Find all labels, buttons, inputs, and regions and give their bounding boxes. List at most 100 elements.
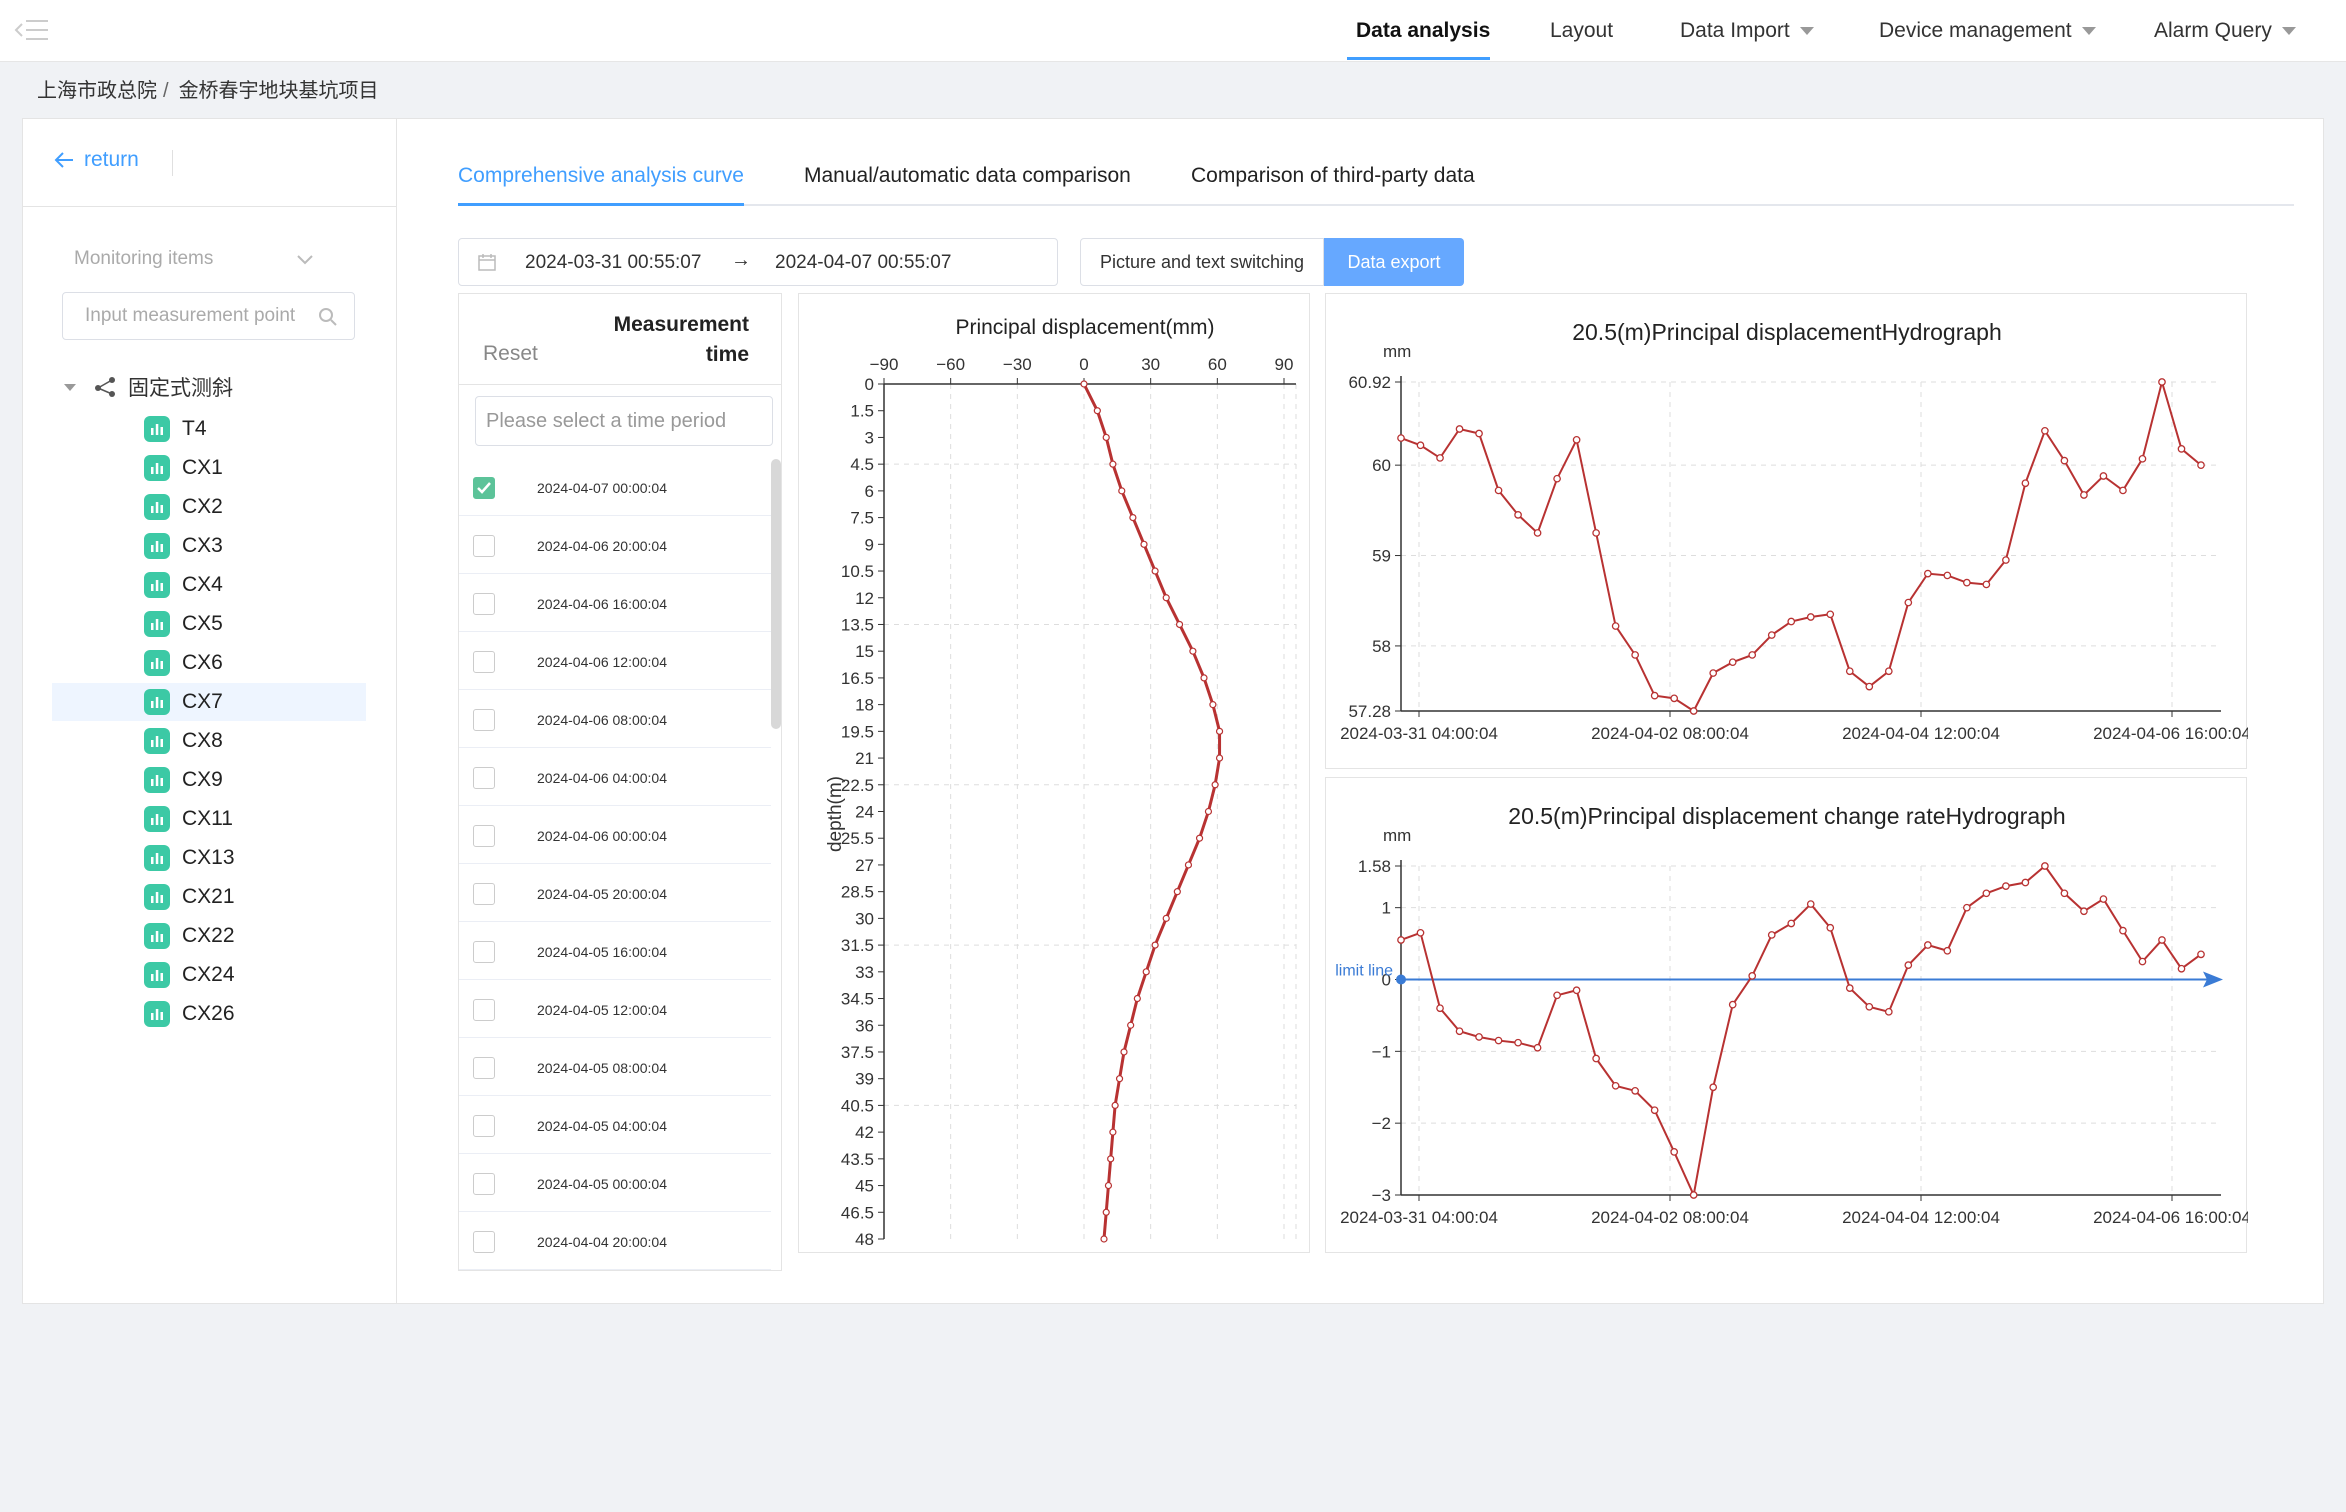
tab-third-party-comparison[interactable]: Comparison of third-party data	[1191, 164, 1475, 188]
time-row[interactable]: 2024-04-07 00:00:04	[459, 458, 771, 516]
checkbox[interactable]	[473, 1231, 495, 1253]
nav-device-management[interactable]: Device management	[1879, 0, 2096, 62]
y-tick-label: 28.5	[841, 883, 874, 902]
data-point	[1709, 669, 1718, 677]
time-row[interactable]: 2024-04-05 16:00:04	[459, 922, 771, 980]
checkbox[interactable]	[473, 1173, 495, 1195]
time-row[interactable]: 2024-04-06 12:00:04	[459, 632, 771, 690]
checkbox[interactable]	[473, 477, 495, 499]
breadcrumb-item[interactable]: 上海市政总院	[37, 80, 157, 102]
tree-item-label: CX8	[182, 729, 223, 752]
menu-collapse-icon[interactable]	[14, 16, 50, 44]
tab-manual-automatic-comparison[interactable]: Manual/automatic data comparison	[804, 164, 1131, 188]
tree-item-cx26[interactable]: CX26	[52, 995, 366, 1033]
checkbox[interactable]	[473, 1057, 495, 1079]
nav-data-import[interactable]: Data Import	[1680, 0, 1814, 62]
time-period-input[interactable]: Please select a time period	[475, 396, 773, 446]
y-tick-label: 31.5	[841, 936, 874, 955]
checkbox[interactable]	[473, 593, 495, 615]
picture-text-switch-button[interactable]: Picture and text switching	[1080, 238, 1324, 286]
scrollbar[interactable]	[771, 459, 781, 729]
checkbox[interactable]	[473, 825, 495, 847]
monitoring-items-select[interactable]: Monitoring items	[74, 248, 314, 278]
data-point	[2041, 862, 2049, 870]
checkbox[interactable]	[473, 651, 495, 673]
data-point	[1826, 923, 1835, 932]
data-point	[1102, 433, 1110, 442]
tab-comprehensive-analysis[interactable]: Comprehensive analysis curve	[458, 164, 744, 188]
time-row[interactable]: 2024-04-06 08:00:04	[459, 690, 771, 748]
time-row[interactable]: 2024-04-06 00:00:04	[459, 806, 771, 864]
tree-item-label: CX6	[182, 651, 223, 674]
checkbox[interactable]	[473, 709, 495, 731]
tree-item-cx2[interactable]: CX2	[52, 488, 366, 526]
limit-line-label: limit line	[1335, 962, 1393, 979]
tree-item-cx4[interactable]: CX4	[52, 566, 366, 604]
data-export-button[interactable]: Data export	[1324, 238, 1464, 286]
tree-item-cx22[interactable]: CX22	[52, 917, 366, 955]
tree-item-cx11[interactable]: CX11	[52, 800, 366, 838]
checkbox[interactable]	[473, 1115, 495, 1137]
reset-button[interactable]: Reset	[483, 342, 538, 366]
y-tick-label: 27	[855, 856, 874, 875]
time-row[interactable]: 2024-04-05 08:00:04	[459, 1038, 771, 1096]
tree-item-cx13[interactable]: CX13	[52, 839, 366, 877]
bar-chart-icon	[144, 845, 170, 871]
checkbox[interactable]	[473, 999, 495, 1021]
tree-item-label: CX26	[182, 1002, 235, 1025]
tree-item-cx6[interactable]: CX6	[52, 644, 366, 682]
tree-item-label: CX5	[182, 612, 223, 635]
date-range-picker[interactable]: 2024-03-31 00:55:07 → 2024-04-07 00:55:0…	[458, 238, 1058, 286]
time-row[interactable]: 2024-04-06 16:00:04	[459, 574, 771, 632]
return-button[interactable]: return	[54, 148, 139, 172]
end-date[interactable]: 2024-04-07 00:55:07	[775, 252, 951, 274]
checkbox[interactable]	[473, 535, 495, 557]
tree-item-cx3[interactable]: CX3	[52, 527, 366, 565]
caret-down-icon[interactable]	[64, 383, 76, 391]
data-point	[2099, 895, 2108, 903]
tree-item-t4[interactable]: T4	[52, 410, 366, 448]
tab-label: Manual/automatic data comparison	[804, 164, 1131, 187]
bar-chart-icon	[144, 455, 170, 481]
nav-label: Data Import	[1680, 19, 1790, 42]
data-point	[1111, 1101, 1119, 1110]
search-input[interactable]: Input measurement point	[62, 292, 355, 340]
checkbox[interactable]	[473, 941, 495, 963]
tree-item-cx1[interactable]: CX1	[52, 449, 366, 487]
time-row[interactable]: 2024-04-05 12:00:04	[459, 980, 771, 1038]
tree-item-cx8[interactable]: CX8	[52, 722, 366, 760]
checkbox[interactable]	[473, 767, 495, 789]
nav-alarm-query[interactable]: Alarm Query	[2154, 0, 2296, 62]
data-point	[2177, 964, 2186, 973]
data-point	[1189, 647, 1197, 655]
time-row[interactable]: 2024-04-05 00:00:04	[459, 1154, 771, 1212]
tree-root-node[interactable]: 固定式测斜	[64, 372, 233, 402]
time-row[interactable]: 2024-04-06 04:00:04	[459, 748, 771, 806]
tab-active-indicator	[458, 203, 744, 206]
time-row[interactable]: 2024-04-05 04:00:04	[459, 1096, 771, 1154]
data-point	[1611, 622, 1620, 630]
data-point	[2060, 889, 2069, 898]
tree-item-cx21[interactable]: CX21	[52, 878, 366, 916]
time-row[interactable]: 2024-04-04 20:00:04	[459, 1212, 771, 1270]
y-tick-label: 13.5	[841, 615, 874, 634]
nav-data-analysis[interactable]: Data analysis	[1356, 0, 1490, 62]
y-tick-label: 24	[855, 803, 874, 822]
time-row[interactable]: 2024-04-06 20:00:04	[459, 516, 771, 574]
start-date[interactable]: 2024-03-31 00:55:07	[525, 252, 701, 274]
caret-down-icon	[2081, 27, 2096, 35]
nav-layout[interactable]: Layout	[1550, 0, 1613, 62]
arrow-left-icon	[54, 152, 73, 168]
tree-item-cx7[interactable]: CX7	[52, 683, 366, 721]
x-tick-label: −60	[936, 355, 965, 374]
tree-item-cx9[interactable]: CX9	[52, 761, 366, 799]
time-row[interactable]: 2024-04-05 20:00:04	[459, 864, 771, 922]
calendar-icon	[478, 254, 496, 271]
data-point	[1494, 1036, 1503, 1045]
tree-item-cx5[interactable]: CX5	[52, 605, 366, 643]
tree-item-cx24[interactable]: CX24	[52, 956, 366, 994]
bar-chart-icon	[144, 728, 170, 754]
checkbox[interactable]	[473, 883, 495, 905]
x-tick-label: 2024-04-02 08:00:04	[1591, 724, 1749, 743]
caret-down-icon	[1799, 27, 1814, 35]
